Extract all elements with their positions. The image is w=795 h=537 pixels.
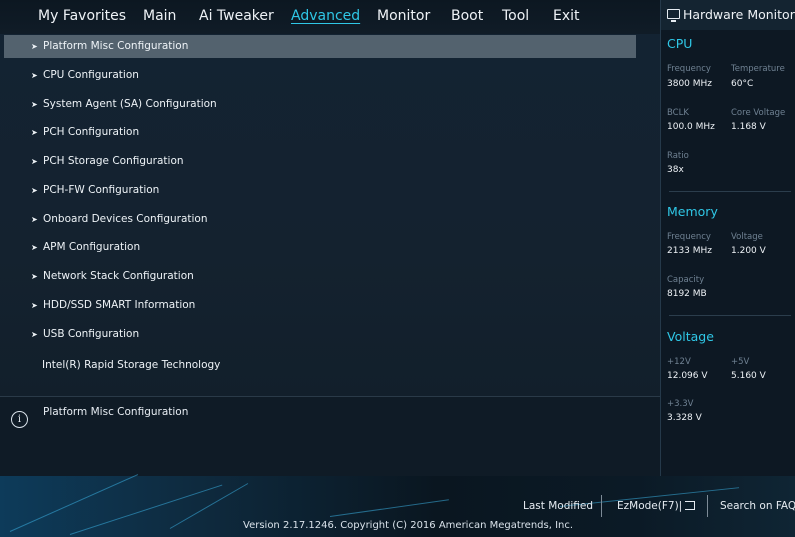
advanced-menu-panel: ➤ Platform Misc Configuration ➤ CPU Conf…: [0, 34, 660, 400]
decorative-streak: [169, 483, 249, 529]
v33-value: 3.328 V: [667, 413, 702, 423]
capacity-label: Capacity: [667, 275, 705, 285]
hardware-monitor-panel: Hardware Monitor CPU Frequency Temperatu…: [660, 0, 795, 476]
v5-label: +5V: [731, 357, 750, 367]
help-description-panel: i Platform Misc Configuration: [0, 396, 660, 476]
arrow-right-icon: ➤: [31, 71, 38, 80]
menu-item-pch-storage[interactable]: ➤ PCH Storage Configuration: [4, 150, 636, 173]
capacity-value: 8192 MB: [667, 289, 707, 299]
bclk-label: BCLK: [667, 108, 689, 118]
help-text: Platform Misc Configuration: [43, 406, 189, 418]
v33-label: +3.3V: [667, 399, 694, 409]
tab-tool[interactable]: Tool: [502, 8, 529, 24]
memory-voltage-label: Voltage: [731, 232, 763, 242]
menu-item-onboard-devices[interactable]: ➤ Onboard Devices Configuration: [4, 208, 636, 231]
menu-item-label: Intel(R) Rapid Storage Technology: [42, 359, 221, 371]
memory-heading: Memory: [667, 204, 718, 219]
search-faq-button[interactable]: Search on FAQ: [720, 500, 795, 512]
menu-item-label: HDD/SSD SMART Information: [43, 299, 196, 311]
arrow-right-icon: ➤: [31, 157, 38, 166]
section-divider: [669, 191, 791, 192]
arrow-right-icon: ➤: [31, 42, 38, 51]
top-menu-bar: My Favorites Main Ai Tweaker Advanced Mo…: [0, 0, 660, 34]
memory-voltage-value: 1.200 V: [731, 246, 766, 256]
tab-boot[interactable]: Boot: [451, 8, 483, 24]
menu-item-pch[interactable]: ➤ PCH Configuration: [4, 121, 636, 144]
menu-item-system-agent[interactable]: ➤ System Agent (SA) Configuration: [4, 93, 636, 116]
cpu-heading: CPU: [667, 36, 693, 51]
arrow-right-icon: ➤: [31, 100, 38, 109]
last-modified-button[interactable]: Last Modified: [523, 500, 593, 512]
tab-my-favorites[interactable]: My Favorites: [38, 8, 126, 24]
menu-item-usb[interactable]: ➤ USB Configuration: [4, 323, 636, 346]
core-voltage-value: 1.168 V: [731, 122, 766, 132]
hardware-monitor-title: Hardware Monitor: [683, 7, 795, 22]
menu-item-platform-misc[interactable]: ➤ Platform Misc Configuration: [4, 35, 636, 58]
cpu-frequency-label: Frequency: [667, 64, 711, 74]
footer-separator: [601, 495, 602, 517]
arrow-right-icon: ➤: [31, 272, 38, 281]
menu-item-cpu[interactable]: ➤ CPU Configuration: [4, 64, 636, 87]
menu-item-label: System Agent (SA) Configuration: [43, 98, 217, 110]
arrow-right-icon: ➤: [31, 243, 38, 252]
bclk-value: 100.0 MHz: [667, 122, 715, 132]
arrow-right-icon: ➤: [31, 301, 38, 310]
tab-advanced[interactable]: Advanced: [291, 8, 360, 24]
tab-exit[interactable]: Exit: [553, 8, 580, 24]
tab-monitor[interactable]: Monitor: [377, 8, 430, 24]
menu-item-label: PCH-FW Configuration: [43, 184, 160, 196]
menu-item-label: PCH Configuration: [43, 126, 140, 138]
v12-label: +12V: [667, 357, 691, 367]
menu-item-intel-rst[interactable]: Intel(R) Rapid Storage Technology: [4, 354, 636, 377]
footer-bar: Last Modified EzMode(F7)| Search on FAQ …: [0, 474, 795, 537]
ratio-value: 38x: [667, 165, 684, 175]
arrow-right-icon: ➤: [31, 215, 38, 224]
ezmode-button[interactable]: EzMode(F7)|: [617, 500, 696, 512]
info-icon: i: [11, 411, 28, 428]
arrow-right-icon: ➤: [31, 128, 38, 137]
v12-value: 12.096 V: [667, 371, 708, 381]
hardware-monitor-header: Hardware Monitor: [661, 0, 795, 30]
voltage-heading: Voltage: [667, 329, 714, 344]
menu-item-label: Platform Misc Configuration: [43, 40, 189, 52]
decorative-streak: [329, 499, 449, 517]
menu-item-label: PCH Storage Configuration: [43, 155, 184, 167]
cpu-temperature-value: 60°C: [731, 79, 754, 89]
cpu-temperature-label: Temperature: [731, 64, 785, 74]
menu-item-apm[interactable]: ➤ APM Configuration: [4, 236, 636, 259]
menu-item-hdd-smart[interactable]: ➤ HDD/SSD SMART Information: [4, 294, 636, 317]
menu-item-pch-fw[interactable]: ➤ PCH-FW Configuration: [4, 179, 636, 202]
exit-arrow-icon: [685, 501, 696, 510]
version-copyright: Version 2.17.1246. Copyright (C) 2016 Am…: [243, 520, 574, 531]
menu-item-label: USB Configuration: [43, 328, 140, 340]
menu-item-label: APM Configuration: [43, 241, 141, 253]
arrow-right-icon: ➤: [31, 186, 38, 195]
menu-item-label: Onboard Devices Configuration: [43, 213, 208, 225]
arrow-right-icon: ➤: [31, 330, 38, 339]
memory-frequency-value: 2133 MHz: [667, 246, 713, 256]
core-voltage-label: Core Voltage: [731, 108, 786, 118]
cpu-frequency-value: 3800 MHz: [667, 79, 713, 89]
monitor-icon: [667, 9, 680, 22]
menu-item-label: CPU Configuration: [43, 69, 139, 81]
tab-ai-tweaker[interactable]: Ai Tweaker: [199, 8, 274, 24]
decorative-streak: [9, 474, 139, 532]
section-divider: [669, 315, 791, 316]
ratio-label: Ratio: [667, 151, 689, 161]
menu-item-label: Network Stack Configuration: [43, 270, 194, 282]
footer-separator: [707, 495, 708, 517]
tab-main[interactable]: Main: [143, 8, 176, 24]
ezmode-label: EzMode(F7)|: [617, 500, 683, 512]
v5-value: 5.160 V: [731, 371, 766, 381]
menu-item-network-stack[interactable]: ➤ Network Stack Configuration: [4, 265, 636, 288]
memory-frequency-label: Frequency: [667, 232, 711, 242]
